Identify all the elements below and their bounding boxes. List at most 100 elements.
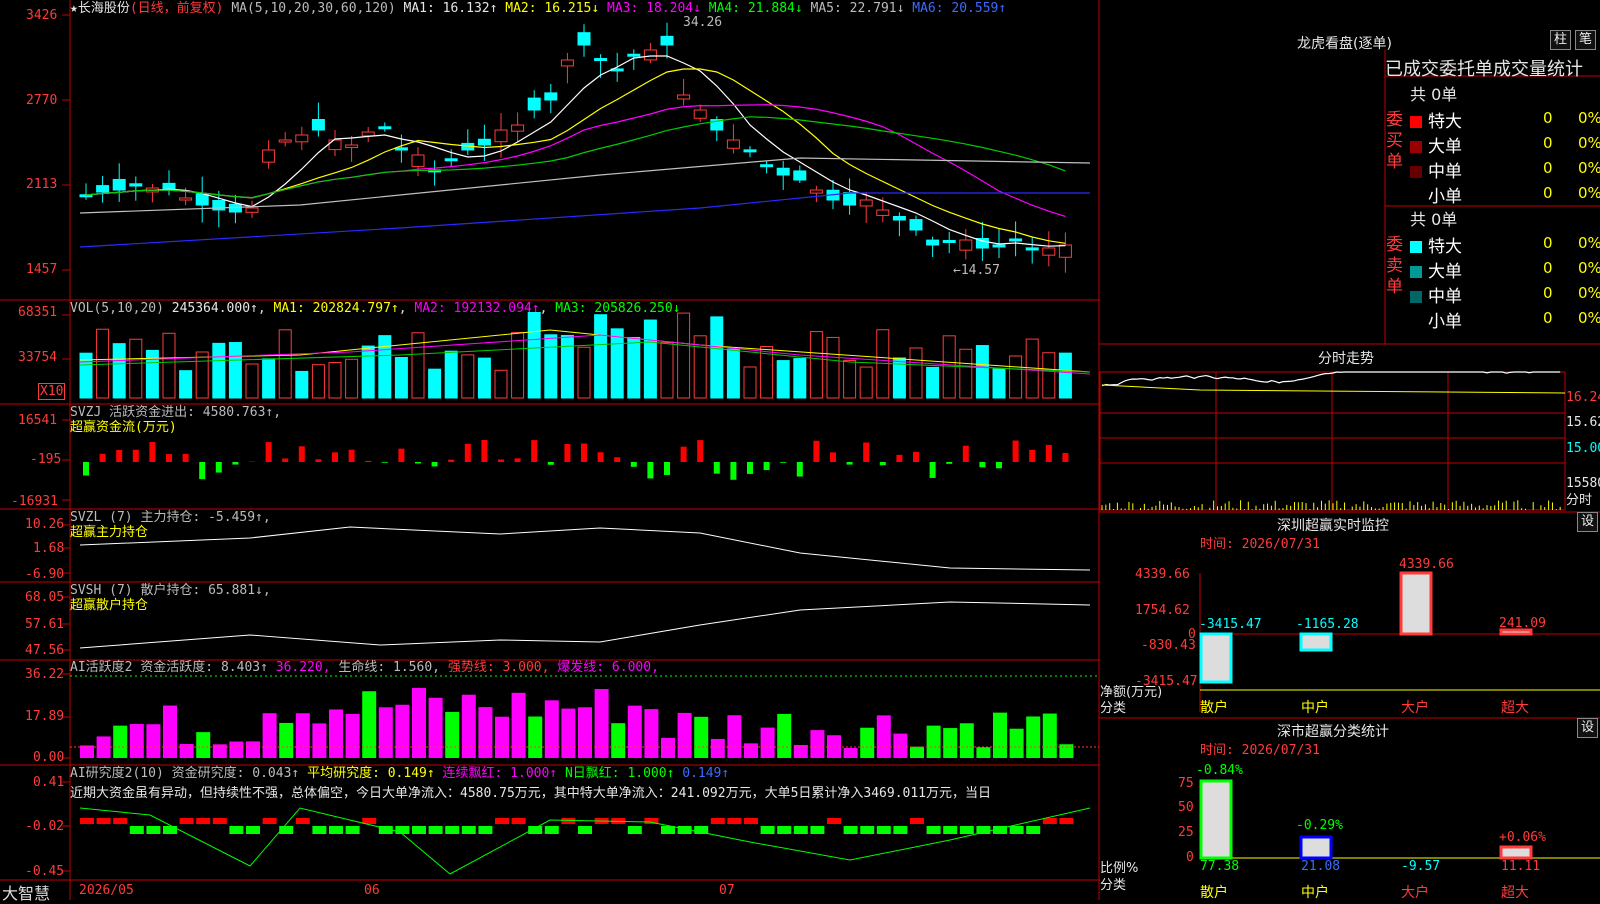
activity-bar	[163, 706, 177, 758]
research-bar	[1026, 826, 1040, 834]
fund-flow-bar	[1046, 445, 1052, 462]
activity-bar	[727, 715, 741, 758]
candle-body	[844, 193, 856, 205]
ai2-ytick-0: 0.41	[33, 775, 64, 790]
chart-mode[interactable]: (日线，前复权)	[130, 1, 224, 16]
research-bar	[827, 818, 841, 824]
candle-body	[993, 245, 1005, 247]
classify-top-0: -0.84%	[1196, 763, 1243, 778]
research-bar	[761, 826, 775, 834]
activity-bar	[844, 748, 858, 758]
candle-body	[893, 216, 905, 220]
activity-bar	[445, 712, 459, 758]
volume-bar	[711, 317, 723, 398]
bar-mode-button[interactable]: 柱	[1550, 30, 1571, 50]
activity-bar	[130, 724, 144, 758]
monitor-cat-0: 散户	[1200, 697, 1228, 717]
candle-body	[877, 210, 889, 215]
activity-bar	[744, 743, 758, 758]
research-bar	[146, 826, 160, 834]
main-chart-canvas[interactable]	[0, 0, 1600, 900]
candle-body	[279, 140, 291, 142]
research-bar	[263, 818, 277, 824]
order-row: 特大	[1410, 107, 1462, 132]
candle-body	[296, 135, 308, 142]
brand-logo[interactable]: 大智慧	[2, 880, 50, 904]
fund-flow-bar	[979, 462, 985, 467]
order-count: 0	[1543, 259, 1553, 277]
activity-bar	[263, 713, 277, 758]
fund-flow-bar	[631, 462, 637, 467]
candle-body	[312, 119, 324, 130]
classify-bot-1: 21.08	[1301, 859, 1340, 874]
fund-flow-bar	[896, 455, 902, 462]
dragon-title: 龙虎看盘(逐单)	[1297, 33, 1392, 53]
stock-name[interactable]: ★长海股份	[70, 1, 130, 16]
volume-bar	[794, 359, 806, 398]
candle-body	[180, 198, 192, 200]
fund-flow-bar	[266, 442, 272, 462]
fund-flow-bar	[481, 440, 487, 462]
color-swatch	[1410, 291, 1422, 303]
intraday-ytick-0: 16.24	[1566, 390, 1600, 405]
retail-holding-line	[80, 602, 1090, 648]
main-ytick-2: 2113	[26, 177, 57, 192]
fund-flow-bar	[863, 443, 869, 462]
fund-flow-bar	[432, 462, 438, 466]
research-bar	[97, 818, 111, 824]
fund-flow-bar	[149, 442, 155, 462]
research-bar	[561, 818, 575, 824]
candle-body	[794, 171, 806, 180]
low-price-note: ←14.57	[953, 263, 1000, 278]
activity-bar	[279, 723, 293, 758]
activity-bar	[661, 738, 675, 758]
monitor-time: 时间: 2026/07/31	[1200, 537, 1320, 552]
order-row: 特大	[1410, 232, 1462, 257]
activity-bar	[943, 728, 957, 758]
candle-body	[943, 240, 955, 242]
volume-bar	[1059, 353, 1071, 398]
color-swatch	[1410, 166, 1422, 178]
volume-bar	[163, 333, 175, 398]
research-line	[80, 808, 1090, 874]
monitor-settings-button[interactable]: 设	[1577, 512, 1598, 532]
activity-bar	[346, 714, 360, 758]
order-count: 0	[1543, 184, 1553, 202]
research-bar	[727, 818, 741, 824]
fund-flow-bar	[1062, 453, 1068, 462]
monitor-bar-label-3: 241.09	[1499, 616, 1546, 631]
research-bar	[196, 818, 210, 824]
candle-body	[727, 140, 739, 148]
fund-flow-bar	[913, 452, 919, 462]
research-bar	[512, 818, 526, 824]
tick-mode-button[interactable]: 笔	[1575, 30, 1596, 50]
monitor-bar-retail	[1201, 634, 1231, 682]
ai2-t3: 连续飘红: 1.000↑	[443, 766, 558, 781]
order-percent: 0%	[1578, 159, 1600, 177]
fund-flow-bar	[498, 459, 504, 462]
research-bar	[229, 826, 243, 834]
volume-bar	[130, 339, 142, 398]
monitor-xlabel: 分类	[1100, 697, 1126, 716]
fund-flow-bar	[581, 444, 587, 462]
svsh-ytick-0: 68.05	[25, 590, 64, 605]
research-bar	[578, 826, 592, 834]
activity-bar	[495, 717, 509, 758]
vol-unit-badge[interactable]: X10	[38, 383, 65, 400]
fund-flow-bar	[963, 446, 969, 462]
activity-bar	[180, 744, 194, 758]
research-bar	[893, 826, 907, 834]
activity-bar	[611, 723, 625, 758]
candle-body	[379, 127, 391, 129]
fund-flow-bar	[847, 462, 853, 465]
ma2-line	[86, 69, 1065, 243]
ai1-ytick-2: 0.00	[33, 750, 64, 765]
candle-body	[1010, 239, 1022, 241]
xaxis-label-0: 2026/05	[79, 883, 134, 898]
classify-ytick-0: 75	[1178, 776, 1194, 791]
research-bar	[711, 818, 725, 824]
candle-body	[1043, 248, 1055, 255]
classify-settings-button[interactable]: 设	[1577, 718, 1598, 738]
svzl-title: SVZL (7) 主力持仓: -5.459↑,	[70, 510, 271, 525]
activity-bar	[329, 709, 343, 758]
